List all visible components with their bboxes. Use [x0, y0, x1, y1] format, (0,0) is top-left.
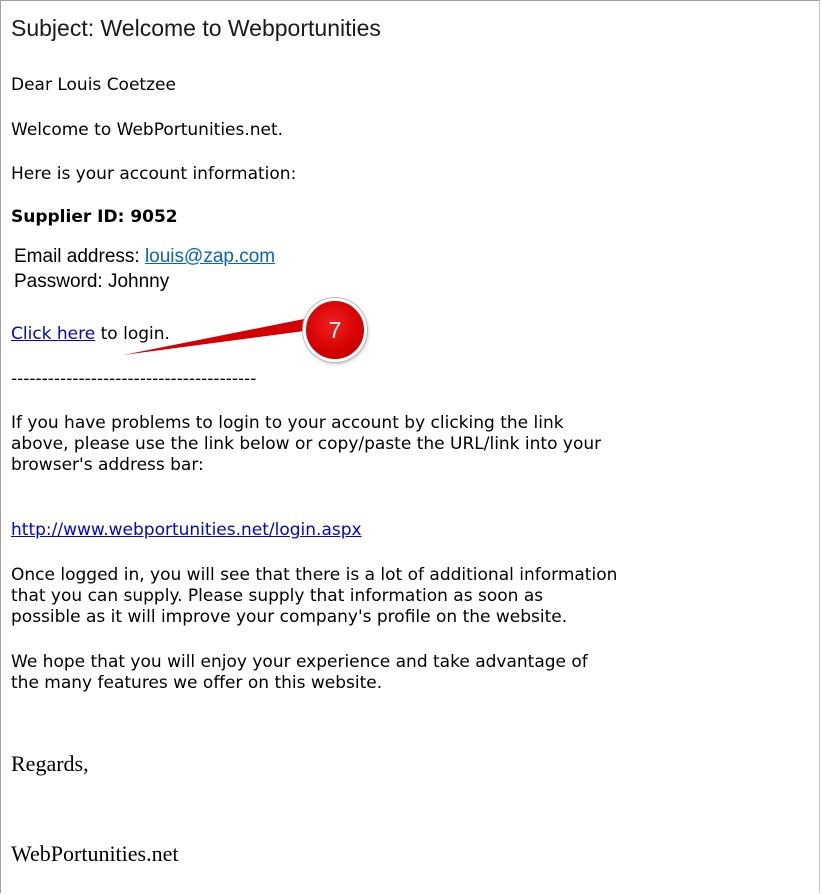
- email-greeting: Dear Louis Coetzee: [11, 75, 176, 95]
- email-address-row: Email address: louis@zap.com: [14, 246, 275, 268]
- email-address-label: Email address:: [14, 246, 145, 267]
- login-url-link[interactable]: http://www.webportunities.net/login.aspx: [11, 520, 362, 540]
- additional-info-line: possible as it will improve your company…: [11, 607, 568, 627]
- login-row: Click here to login.: [11, 324, 170, 344]
- closing-paragraph: We hope that you will enjoy your experie…: [11, 652, 588, 694]
- closing-line: the many features we offer on this websi…: [11, 673, 383, 693]
- additional-info-line: Once logged in, you will see that there …: [11, 565, 618, 585]
- click-here-link[interactable]: Click here: [11, 324, 95, 344]
- email-address-link[interactable]: louis@zap.com: [145, 246, 275, 267]
- additional-info-paragraph: Once logged in, you will see that there …: [11, 565, 617, 628]
- email-intro-line: Here is your account information:: [11, 164, 297, 184]
- additional-info-line: that you can supply. Please supply that …: [11, 586, 544, 606]
- email-welcome-line: Welcome to WebPortunities.net.: [11, 120, 284, 140]
- supplier-id: Supplier ID: 9052: [11, 207, 178, 227]
- problems-line: browser's address bar:: [11, 455, 204, 475]
- problems-line: above, please use the link below or copy…: [11, 434, 602, 454]
- problems-paragraph: If you have problems to login to your ac…: [11, 413, 601, 476]
- email-preview-frame: Subject: Welcome to Webportunities Dear …: [0, 0, 820, 893]
- step-callout-badge: 7: [303, 298, 367, 362]
- separator-line: ----------------------------------------: [11, 369, 257, 389]
- regards-text: Regards,: [11, 751, 89, 776]
- closing-line: We hope that you will enjoy your experie…: [11, 652, 588, 672]
- signature-text: WebPortunities.net: [11, 841, 179, 866]
- login-url-row: http://www.webportunities.net/login.aspx: [11, 520, 362, 540]
- to-login-text: to login.: [95, 324, 170, 344]
- step-number: 7: [328, 316, 342, 343]
- password-row: Password: Johnny: [14, 271, 170, 292]
- email-subject: Subject: Welcome to Webportunities: [11, 15, 381, 41]
- problems-line: If you have problems to login to your ac…: [11, 413, 564, 433]
